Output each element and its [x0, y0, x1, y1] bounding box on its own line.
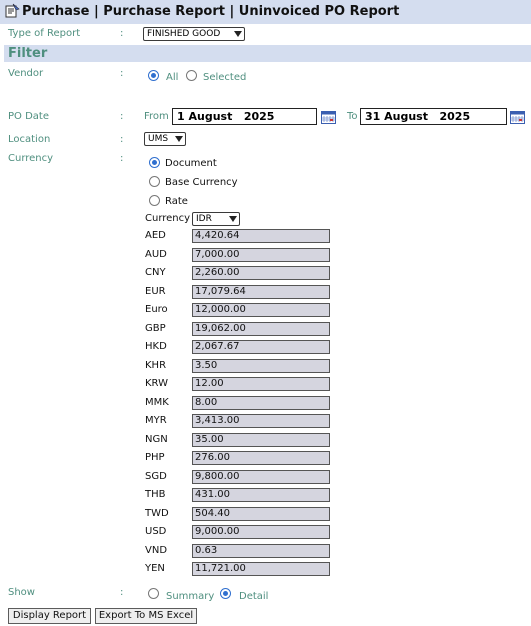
- rate-input[interactable]: 276.00: [192, 451, 330, 465]
- rate-code: USD: [145, 526, 167, 537]
- location-value: UMS: [148, 134, 169, 144]
- rate-code: MMK: [145, 397, 169, 408]
- export-excel-button[interactable]: Export To MS Excel: [95, 608, 197, 624]
- rate-code: EUR: [145, 286, 166, 297]
- rate-input[interactable]: 7,000.00: [192, 248, 330, 262]
- rate-input[interactable]: 3.50: [192, 359, 330, 373]
- show-summary-radio[interactable]: [148, 588, 159, 599]
- rate-input[interactable]: 17,079.64: [192, 285, 330, 299]
- currency-label: Currency: [8, 153, 54, 164]
- show-label: Show: [8, 587, 35, 598]
- vendor-colon: :: [120, 68, 124, 79]
- rate-code: NGN: [145, 434, 168, 445]
- rate-input[interactable]: 431.00: [192, 488, 330, 502]
- rate-code: SGD: [145, 471, 167, 482]
- type-of-report-colon: :: [120, 28, 124, 39]
- rate-input[interactable]: 9,800.00: [192, 470, 330, 484]
- display-report-button[interactable]: Display Report: [8, 608, 91, 624]
- show-summary-label: Summary: [166, 591, 215, 602]
- currency-rate-radio[interactable]: [149, 195, 160, 206]
- currency-base-label: Base Currency: [165, 177, 238, 188]
- show-detail-radio[interactable]: [220, 588, 231, 599]
- type-of-report-label: Type of Report: [8, 28, 81, 39]
- filter-section-header: Filter: [4, 45, 531, 62]
- vendor-selected-radio[interactable]: [186, 70, 197, 81]
- rate-code: YEN: [145, 563, 165, 574]
- location-label: Location: [8, 134, 51, 145]
- currency-base-radio[interactable]: [149, 176, 160, 187]
- rate-code: KHR: [145, 360, 167, 371]
- rate-code: AED: [145, 230, 166, 241]
- rate-input[interactable]: 12,000.00: [192, 303, 330, 317]
- currency-colon: :: [120, 153, 124, 164]
- rate-input[interactable]: 11,721.00: [192, 562, 330, 576]
- currency-rate-label: Rate: [165, 196, 188, 207]
- rate-input[interactable]: 0.63: [192, 544, 330, 558]
- rate-code: KRW: [145, 378, 168, 389]
- currency-document-radio[interactable]: [149, 157, 160, 168]
- po-date-to-label: To: [347, 111, 358, 122]
- rate-currency-select[interactable]: IDR: [192, 212, 240, 226]
- vendor-selected-label: Selected: [203, 72, 247, 83]
- vendor-label: Vendor: [8, 68, 44, 79]
- rate-currency-value: IDR: [196, 214, 212, 224]
- type-of-report-value: FINISHED GOOD: [147, 29, 221, 39]
- rate-code: TWD: [145, 508, 169, 519]
- calendar-icon[interactable]: [510, 111, 525, 124]
- po-date-label: PO Date: [8, 111, 49, 122]
- page-header: Purchase | Purchase Report | Uninvoiced …: [0, 0, 531, 24]
- location-select[interactable]: UMS: [144, 132, 186, 146]
- report-icon: [4, 3, 20, 22]
- show-colon: :: [120, 587, 124, 598]
- rate-input[interactable]: 2,260.00: [192, 266, 330, 280]
- po-date-from-input[interactable]: 1 August 2025: [172, 108, 317, 125]
- rate-code: THB: [145, 489, 166, 500]
- rate-code: MYR: [145, 415, 167, 426]
- rate-input[interactable]: 12.00: [192, 377, 330, 391]
- rate-code: CNY: [145, 267, 166, 278]
- chevron-down-icon: [234, 31, 242, 37]
- rate-code: GBP: [145, 323, 166, 334]
- rate-input[interactable]: 9,000.00: [192, 525, 330, 539]
- rate-code: HKD: [145, 341, 167, 352]
- po-date-colon: :: [120, 111, 124, 122]
- vendor-all-radio[interactable]: [148, 70, 159, 81]
- rate-input[interactable]: 35.00: [192, 433, 330, 447]
- rate-input[interactable]: 3,413.00: [192, 414, 330, 428]
- location-colon: :: [120, 134, 124, 145]
- rate-currency-label: Currency: [145, 213, 191, 224]
- rate-input[interactable]: 4,420.64: [192, 229, 330, 243]
- rate-input[interactable]: 19,062.00: [192, 322, 330, 336]
- currency-document-label: Document: [165, 158, 217, 169]
- po-date-from-label: From: [144, 111, 169, 122]
- chevron-down-icon: [175, 136, 183, 142]
- rate-code: Euro: [145, 304, 168, 315]
- rate-input[interactable]: 504.40: [192, 507, 330, 521]
- filter-title: Filter: [8, 46, 48, 61]
- calendar-icon[interactable]: [321, 111, 336, 124]
- page-title: Purchase | Purchase Report | Uninvoiced …: [22, 4, 400, 19]
- vendor-all-label: All: [166, 72, 179, 83]
- type-of-report-select[interactable]: FINISHED GOOD: [143, 27, 245, 41]
- rate-code: PHP: [145, 452, 165, 463]
- rate-input[interactable]: 8.00: [192, 396, 330, 410]
- rate-code: VND: [145, 545, 168, 556]
- show-detail-label: Detail: [239, 591, 269, 602]
- po-date-to-input[interactable]: 31 August 2025: [360, 108, 507, 125]
- chevron-down-icon: [229, 216, 237, 222]
- rate-code: AUD: [145, 249, 167, 260]
- rate-input[interactable]: 2,067.67: [192, 340, 330, 354]
